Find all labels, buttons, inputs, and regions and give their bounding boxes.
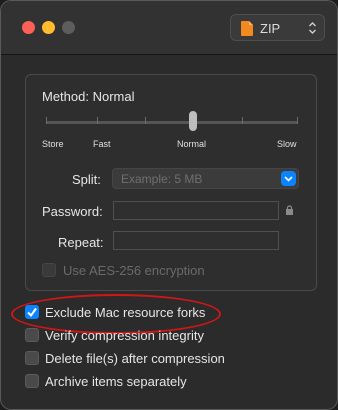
exclude-resource-forks-checkbox[interactable] <box>25 305 39 319</box>
split-select[interactable]: Example: 5 MB <box>112 168 299 189</box>
compression-slider-track[interactable] <box>46 121 298 124</box>
aes-label: Use AES-256 encryption <box>63 263 205 278</box>
format-selector[interactable]: ZIP <box>230 14 325 41</box>
checkmark-icon <box>27 307 37 318</box>
delete-files-label: Delete file(s) after compression <box>45 351 225 366</box>
slider-tick <box>46 117 47 124</box>
slider-label-normal: Normal <box>177 139 207 149</box>
chevron-down-icon <box>284 176 293 182</box>
exclude-resource-forks-label: Exclude Mac resource forks <box>45 305 206 320</box>
repeat-password-field[interactable] <box>113 231 279 250</box>
close-button[interactable] <box>22 21 35 34</box>
format-label: ZIP <box>260 21 281 36</box>
archive-separately-checkbox[interactable] <box>25 374 39 388</box>
title-bar: ZIP <box>1 1 337 55</box>
up-down-chevron-icon <box>309 22 316 34</box>
slider-label-slow: Slow <box>277 139 297 149</box>
compression-slider-knob[interactable] <box>189 111 197 131</box>
repeat-label: Repeat: <box>58 235 104 250</box>
split-placeholder: Example: 5 MB <box>121 172 203 186</box>
method-label: Method: Normal <box>42 89 135 104</box>
slider-tick <box>97 117 98 124</box>
password-field[interactable] <box>113 201 279 220</box>
aes-checkbox[interactable] <box>42 263 56 277</box>
archive-separately-label: Archive items separately <box>45 374 187 389</box>
password-label: Password: <box>42 204 103 219</box>
slider-tick <box>297 117 298 124</box>
slider-label-store: Store <box>42 139 64 149</box>
slider-tick <box>145 117 146 124</box>
slider-label-fast: Fast <box>93 139 111 149</box>
split-dropdown-button[interactable] <box>281 171 296 186</box>
minimize-button[interactable] <box>42 21 55 34</box>
slider-tick <box>242 117 243 124</box>
verify-integrity-label: Verify compression integrity <box>45 328 204 343</box>
zoom-button[interactable] <box>62 21 75 34</box>
archive-settings-window: ZIP Method: Normal Store Fast Normal Slo… <box>0 0 338 410</box>
lock-icon[interactable] <box>285 205 294 215</box>
zip-file-icon <box>241 21 253 36</box>
split-label: Split: <box>72 172 101 187</box>
delete-files-checkbox[interactable] <box>25 351 39 365</box>
verify-integrity-checkbox[interactable] <box>25 328 39 342</box>
